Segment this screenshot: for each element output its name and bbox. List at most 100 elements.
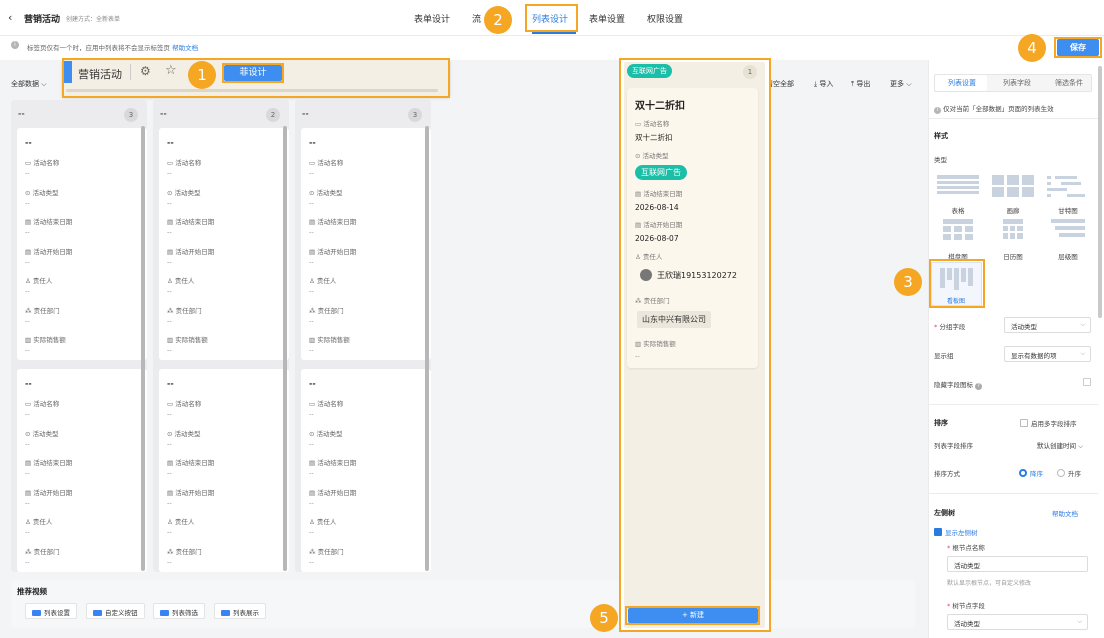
root-name-input[interactable]: 活动类型 [947, 556, 1088, 572]
video-list-settings[interactable]: 列表设置 [25, 603, 77, 619]
calendar-icon: ▤ [309, 488, 316, 497]
annotation-box-5b [625, 606, 760, 625]
field-value: -- [167, 439, 172, 448]
annotation-number-5: 5 [590, 604, 618, 632]
video-list-display[interactable]: 列表展示 [214, 603, 266, 619]
sort-section-title: 排序 [934, 419, 948, 427]
import-button[interactable]: ⤓ 导入 [814, 79, 833, 89]
gallery-view-icon[interactable] [992, 175, 1034, 199]
info-icon: i [11, 41, 19, 49]
field-value: -- [25, 498, 30, 507]
tab-filter-conditions[interactable]: 筛选条件 [1055, 78, 1083, 88]
card-title: -- [309, 379, 316, 388]
field-label: ♙ 责任人 [309, 277, 337, 285]
tab-flow[interactable]: 流 [472, 12, 481, 25]
sort-asc-radio[interactable]: 升序 [1057, 468, 1081, 478]
field-label: ▤ 活动开始日期 [309, 488, 357, 497]
root-name-hint: 默认显示根节点，可自定义修改 [947, 580, 1032, 587]
field-value: -- [25, 257, 30, 266]
help-link[interactable]: 帮助文档 [172, 44, 198, 52]
field-value: -- [309, 257, 314, 266]
column-scrollbar[interactable] [283, 126, 287, 571]
text-field-icon: ▭ [25, 159, 32, 167]
multi-sort-checkbox [1020, 419, 1028, 427]
recommended-videos [11, 580, 915, 628]
tab-list-fields[interactable]: 列表字段 [1003, 78, 1031, 88]
back-icon[interactable]: ‹ [8, 11, 12, 24]
column-scrollbar[interactable] [425, 126, 429, 571]
field-value: -- [25, 316, 30, 325]
tab-form-settings[interactable]: 表单设置 [589, 12, 625, 25]
field-label: ♙ 责任人 [167, 518, 195, 526]
column-count: 3 [408, 108, 422, 122]
department-icon: ⁂ [25, 547, 32, 556]
sort-field-select[interactable]: 默认创建时间 ⌵ [1037, 440, 1083, 451]
video-custom-button[interactable]: 自定义按钮 [86, 603, 145, 619]
field-value: -- [167, 498, 172, 507]
field-label: ♙ 责任人 [309, 518, 337, 526]
hierarchy-view-icon[interactable] [1047, 219, 1089, 243]
field-label: ⊙ 活动类型 [167, 429, 201, 438]
field-label: ▤ 活动结束日期 [309, 218, 357, 226]
column-title: -- [302, 109, 309, 118]
number-field-icon: ▥ [25, 336, 32, 344]
calendar-view-icon[interactable] [992, 219, 1034, 243]
field-label: ▤ 活动结束日期 [25, 459, 73, 467]
tab-form-design[interactable]: 表单设计 [414, 12, 450, 25]
sort-desc-radio[interactable]: 降序 [1019, 468, 1043, 478]
field-label: ▤ 活动结束日期 [167, 459, 215, 467]
field-label: ▤ 活动结束日期 [309, 459, 357, 467]
sort-order-label: 排序方式 [934, 470, 960, 478]
tree-help-link[interactable]: 帮助文档 [1052, 508, 1078, 518]
type-table-label: 表格 [951, 207, 965, 215]
hide-icon-checkbox[interactable] [1083, 378, 1091, 386]
field-value: -- [167, 346, 172, 354]
radio-unselected [1057, 469, 1065, 477]
chevron-down-icon: ⌵ [41, 80, 47, 88]
column-count: 3 [124, 108, 138, 122]
field-value: -- [167, 169, 172, 177]
export-button[interactable]: ⤒ 导出 [851, 79, 870, 89]
sort-field-label: 列表字段排序 [934, 442, 973, 450]
field-label: ▤ 活动结束日期 [25, 218, 73, 226]
chevron-down-icon: ⌵ [1077, 618, 1082, 625]
tab-permissions[interactable]: 权限设置 [647, 12, 683, 25]
annotation-number-1: 1 [188, 61, 216, 89]
annotation-box-1b [222, 63, 284, 83]
calendar-icon: ▤ [25, 247, 32, 256]
column-scrollbar[interactable] [141, 126, 145, 571]
field-label: ▤ 活动开始日期 [167, 488, 215, 497]
tab-list-settings[interactable]: 列表设置 [948, 78, 976, 88]
gantt-view-icon[interactable] [1047, 175, 1089, 199]
field-label: ⊙ 活动类型 [25, 429, 59, 438]
type-gantt-label: 甘特图 [1058, 207, 1078, 215]
field-value: -- [25, 228, 30, 236]
field-value: -- [25, 287, 30, 295]
video-list-filter[interactable]: 列表筛选 [153, 603, 205, 619]
field-value: -- [167, 557, 172, 566]
settings-scrollbar[interactable] [1098, 66, 1102, 318]
show-tree-option[interactable]: 显示左侧树 [934, 527, 978, 537]
filter-dropdown[interactable]: 全部数据 ⌵ [11, 79, 47, 89]
display-select[interactable]: 显示有数据的项 ⌵ [1004, 346, 1091, 362]
group-field-select[interactable]: 活动类型 ⌵ [1004, 317, 1091, 333]
field-value: -- [167, 287, 172, 295]
table-view-icon[interactable] [937, 175, 979, 199]
chevron-down-icon: ⌵ [1080, 321, 1085, 328]
select-field-icon: ⊙ [309, 429, 315, 438]
multi-sort-option[interactable]: 启用多字段排序 [1020, 418, 1077, 428]
field-value: -- [309, 439, 314, 448]
grid-view-icon[interactable] [937, 219, 979, 243]
select-field-icon: ⊙ [309, 188, 315, 197]
more-button[interactable]: 更多 ⌵ [890, 79, 912, 89]
chevron-down-icon: ⌵ [1078, 442, 1084, 450]
calendar-icon: ▤ [167, 488, 174, 497]
field-label: ▥ 实际销售额 [309, 336, 350, 344]
video-icon [93, 610, 102, 616]
chevron-down-icon: ⌵ [906, 80, 912, 88]
column-title: -- [160, 109, 167, 118]
tree-field-select[interactable]: 活动类型 ⌵ [947, 614, 1088, 630]
field-label: ▤ 活动开始日期 [25, 488, 73, 497]
field-value: -- [167, 410, 172, 418]
display-label: 显示组 [934, 352, 954, 360]
